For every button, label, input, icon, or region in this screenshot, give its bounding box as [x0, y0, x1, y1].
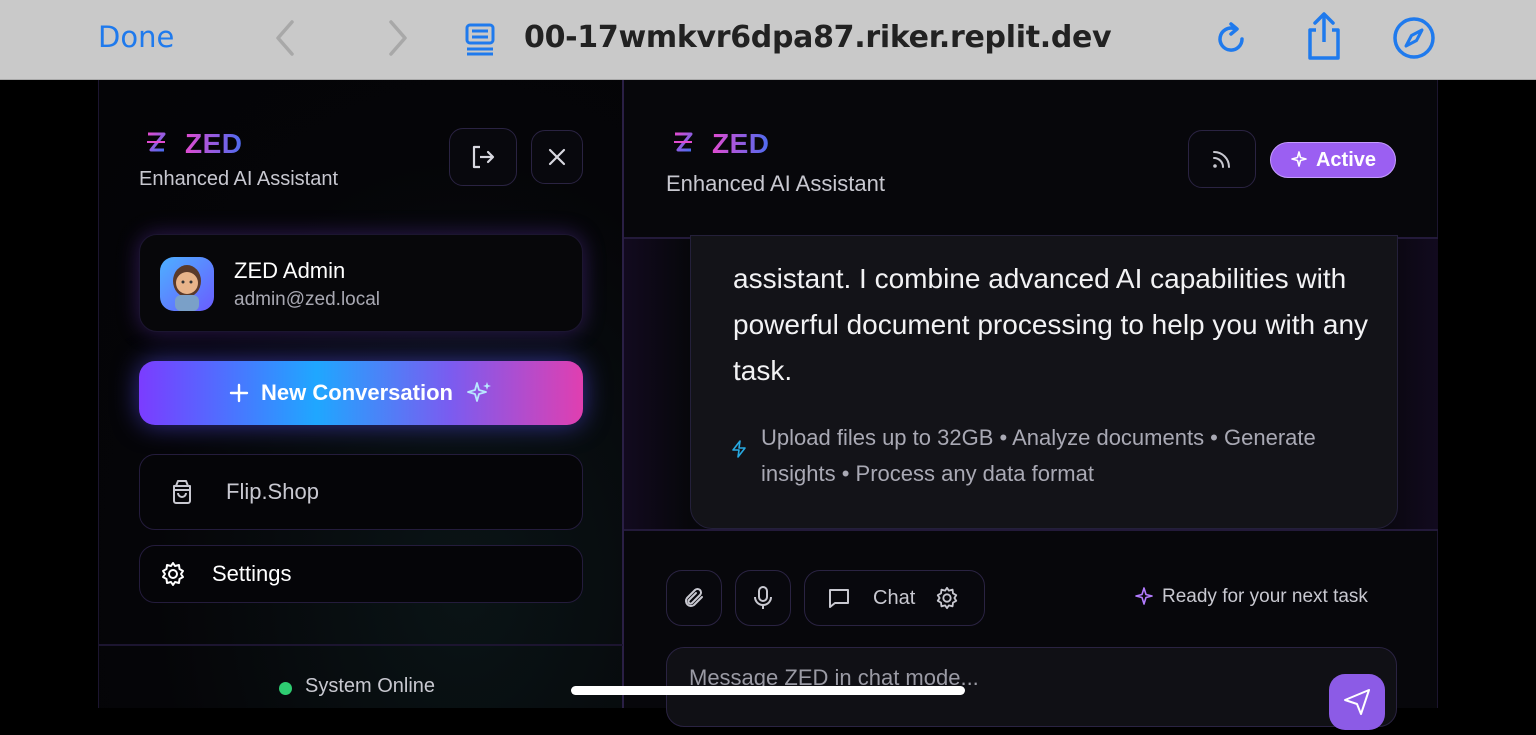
ready-status: Ready for your next task — [1134, 586, 1368, 608]
web-page: ZED Enhanced AI Assistant ZED Admin admi… — [0, 80, 1536, 730]
chat-panel: ZED Enhanced AI Assistant Active assista… — [624, 80, 1438, 730]
zed-logo-icon — [672, 130, 694, 159]
new-conversation-label: New Conversation — [261, 380, 453, 405]
sidebar-subtitle: Enhanced AI Assistant — [139, 168, 339, 190]
paperclip-icon — [685, 587, 703, 607]
assistant-message: assistant. I combine advanced AI capabil… — [690, 235, 1398, 529]
shopping-bag-icon — [170, 479, 194, 505]
logout-button[interactable] — [449, 128, 517, 186]
status-text: System Online — [305, 675, 436, 697]
menu-item-label: Flip.Shop — [226, 479, 319, 504]
status-badge: Active — [1270, 142, 1396, 178]
gear-icon — [160, 561, 186, 587]
attach-button[interactable] — [666, 570, 722, 626]
sparkle-icon — [1135, 587, 1153, 605]
active-label: Active — [1315, 148, 1377, 171]
sparkle-icon — [1291, 151, 1307, 167]
done-button[interactable]: Done — [98, 20, 174, 54]
new-conversation-button[interactable]: New Conversation — [139, 361, 583, 425]
voice-button[interactable] — [735, 570, 791, 626]
url-text[interactable]: 00-17wmkvr6dpa87.riker.replit.dev — [524, 20, 1112, 55]
logo-text: ZED — [185, 128, 243, 159]
sidebar: ZED Enhanced AI Assistant ZED Admin admi… — [98, 80, 624, 708]
chat-mode-selector[interactable]: Chat — [804, 570, 985, 626]
close-sidebar-button[interactable] — [531, 130, 583, 184]
sparkles-icon — [467, 382, 491, 402]
home-indicator — [571, 686, 965, 695]
microphone-icon — [754, 586, 772, 609]
plus-icon — [229, 383, 249, 403]
chat-header: ZED Enhanced AI Assistant Active — [624, 80, 1438, 239]
sidebar-logo: ZED — [145, 128, 243, 160]
ready-text: Ready for your next task — [1162, 586, 1368, 607]
chat-subtitle: Enhanced AI Assistant — [666, 171, 885, 196]
zap-icon — [731, 440, 747, 463]
logo-text: ZED — [712, 128, 770, 159]
browser-toolbar: Done 00-17wmkvr6dpa87.riker.replit.dev — [0, 0, 1536, 80]
close-icon — [548, 148, 566, 166]
share-icon[interactable] — [1304, 10, 1344, 67]
capabilities-hint: Upload files up to 32GB • Analyze docume… — [761, 425, 1316, 486]
chat-logo: ZED — [672, 128, 770, 160]
send-button[interactable] — [1329, 674, 1385, 730]
menu-item-label: Settings — [212, 561, 292, 586]
logout-icon — [472, 145, 495, 169]
send-icon — [1344, 689, 1370, 715]
status-online-dot — [279, 682, 292, 695]
zed-logo-icon — [145, 130, 167, 159]
user-card[interactable]: ZED Admin admin@zed.local — [139, 234, 583, 332]
mode-settings-icon[interactable] — [935, 586, 959, 610]
avatar — [160, 257, 214, 311]
message-area: assistant. I combine advanced AI capabil… — [624, 235, 1438, 531]
message-text: assistant. I combine advanced AI capabil… — [733, 263, 1369, 386]
mode-label: Chat — [873, 586, 916, 609]
back-icon[interactable] — [270, 18, 300, 58]
forward-icon[interactable] — [383, 18, 413, 58]
menu-item-settings[interactable]: Settings — [139, 545, 583, 603]
feed-button[interactable] — [1188, 130, 1256, 188]
reader-icon[interactable] — [464, 22, 496, 61]
compass-icon[interactable] — [1392, 16, 1436, 65]
user-email: admin@zed.local — [234, 289, 381, 310]
message-square-icon — [827, 586, 851, 610]
user-name: ZED Admin — [234, 258, 346, 283]
menu-item-flip-shop[interactable]: Flip.Shop — [139, 454, 583, 530]
reload-icon[interactable] — [1214, 22, 1248, 61]
sidebar-footer: System Online — [99, 644, 623, 710]
rss-icon — [1213, 151, 1230, 168]
